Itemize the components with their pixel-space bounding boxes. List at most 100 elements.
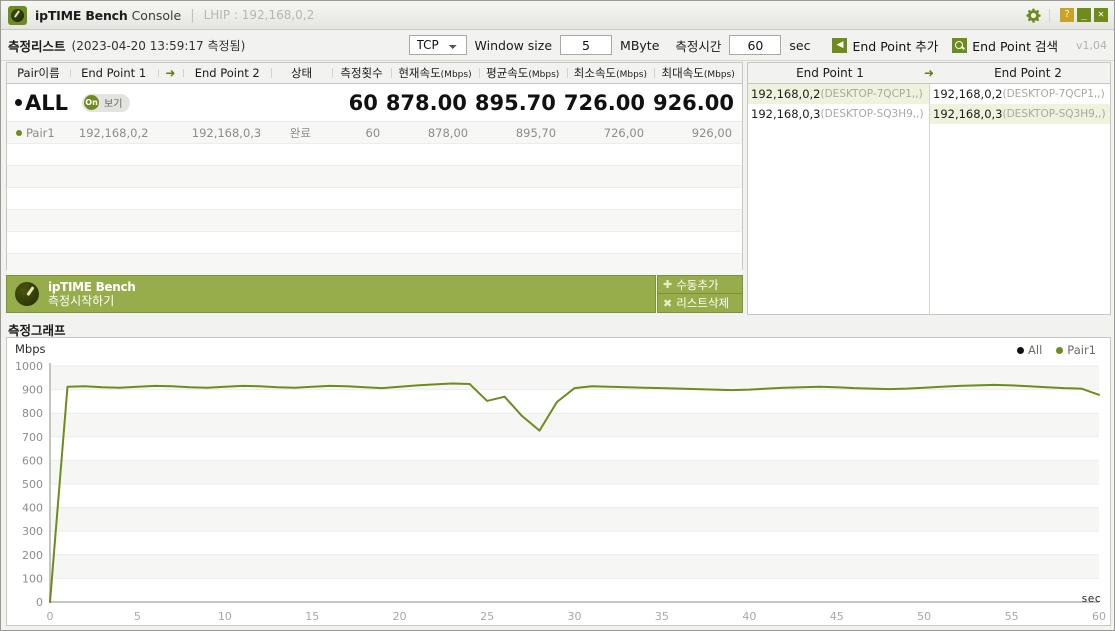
summary-count: 60 [327,91,386,115]
svg-text:200: 200 [22,549,43,562]
row-max: 926,00 [654,126,742,140]
svg-text:800: 800 [22,407,43,420]
summary-min: 726.00 [564,91,653,115]
svg-text:1000: 1000 [15,360,43,373]
th-pair-name: Pair이름 [7,65,70,81]
window-size-input[interactable] [560,35,612,55]
row-endpoint2: 192,168,0,3 [183,126,270,140]
svg-text:100: 100 [22,572,43,585]
summary-average: 895.70 [475,91,564,115]
empty-row [7,188,742,210]
list-item[interactable]: 192,168,0,2(DESKTOP-7QCP1,,) [748,84,929,104]
start-measure-button[interactable]: ipTIME Bench 측정시작하기 [6,275,656,313]
endpoint-panel: End Point 1 ➜ End Point 2 192,168,0,2(DE… [747,62,1111,315]
window-size-label: Window size [475,38,553,53]
app-subtitle: Console [132,8,182,23]
toolbar: 측정리스트 (2023-04-20 13:59:17 측정됨) TCP Wind… [1,30,1114,61]
protocol-select[interactable]: TCP [409,35,467,55]
graph-panel: Mbps All Pair1 0100200300400500600700800… [6,337,1111,626]
toolbar-controls: TCP Window size MByte 측정시간 sec End Point… [409,35,1114,55]
svg-text:400: 400 [22,502,43,515]
help-label: ? [1060,8,1074,22]
app-title: ipTIME Bench [35,8,128,23]
show-toggle[interactable]: On 보기 [82,94,130,112]
add-endpoint-button[interactable]: End Point 추가 [832,36,938,55]
svg-text:5: 5 [134,610,141,623]
th-endpoint1: End Point 1 [70,66,158,80]
svg-text:40: 40 [742,610,756,623]
right-arrow-icon: ➜ [158,66,184,80]
svg-text:55: 55 [1005,610,1019,623]
row-status: 완료 [270,125,331,141]
search-endpoint-button[interactable]: End Point 검색 [952,36,1058,55]
endpoint2-header: End Point 2 [946,66,1110,80]
close-label: ✕ [1094,8,1108,22]
row-count: 60 [331,126,391,140]
endpoint-header-row: End Point 1 ➜ End Point 2 [748,63,1110,84]
empty-row [7,166,742,188]
svg-text:35: 35 [655,610,669,623]
delete-list-button[interactable]: ✖ 리스트삭제 [657,294,743,313]
app-window: ipTIME Bench Console | LHIP : 192,168,0,… [0,0,1115,631]
th-status: 상태 [271,65,332,81]
window-size-unit: MByte [620,38,659,53]
side-action-buttons: ✚ 수동추가 ✖ 리스트삭제 [657,275,743,313]
list-item[interactable]: 192,168,0,3(DESKTOP-SQ3H9,,) [930,104,1110,124]
plus-icon: ✚ [663,278,672,291]
measure-list-table: Pair이름 End Point 1 ➜ End Point 2 상태 측정횟수… [6,62,743,270]
th-endpoint2: End Point 2 [183,66,271,80]
version-label: v1,04 [1076,39,1107,52]
toggle-label: 보기 [104,95,122,110]
duration-input[interactable] [729,35,781,55]
svg-text:15: 15 [305,610,319,623]
x-axis-label: sec [1081,592,1101,605]
table-row[interactable]: Pair1 192,168,0,2 192,168,0,3 완료 60 878,… [7,122,742,144]
list-item[interactable]: 192,168,0,3(DESKTOP-SQ3H9,,) [748,104,929,124]
svg-text:0: 0 [36,596,43,609]
series-dot-icon [16,130,22,136]
th-max-speed: 최대속도(Mbps) [654,65,742,81]
measure-timestamp: (2023-04-20 13:59:17 측정됨) [72,37,246,54]
th-current-speed: 현재속도(Mbps) [391,65,479,81]
svg-text:25: 25 [480,610,494,623]
empty-row [7,210,742,232]
th-count: 측정횟수 [332,65,391,81]
title-separator: | [190,8,194,23]
line-chart: 0100200300400500600700800900100005101520… [7,338,1112,627]
minimize-button[interactable]: _ [1077,8,1091,22]
th-min-speed: 최소속도(Mbps) [567,65,655,81]
row-average: 895,70 [478,126,566,140]
list-item[interactable]: 192,168,0,2(DESKTOP-7QCP1,,) [930,84,1110,104]
right-arrow-icon: ➜ [912,66,946,80]
svg-text:500: 500 [22,478,43,491]
help-button[interactable]: ? [1060,8,1074,22]
svg-text:30: 30 [568,610,582,623]
manual-add-button[interactable]: ✚ 수동추가 [657,275,743,294]
svg-text:0: 0 [47,610,54,623]
start-bar-text: ipTIME Bench 측정시작하기 [48,280,136,309]
table-header-row: Pair이름 End Point 1 ➜ End Point 2 상태 측정횟수… [7,63,742,84]
toggle-state-label: On [84,95,99,110]
gear-icon[interactable] [1026,8,1041,23]
row-current: 878,00 [390,126,478,140]
empty-row [7,232,742,254]
svg-text:700: 700 [22,431,43,444]
duration-unit: sec [789,38,810,53]
svg-text:300: 300 [22,525,43,538]
start-bar-action: 측정시작하기 [48,294,136,309]
svg-text:20: 20 [393,610,407,623]
back-arrow-icon [832,38,847,53]
divider [1049,9,1050,22]
summary-row-all[interactable]: ALL On 보기 60 878.00 895.70 726.00 926.00 [7,84,742,122]
manual-add-label: 수동추가 [676,277,718,293]
start-bar-brand: ipTIME Bench [48,280,136,294]
svg-text:45: 45 [830,610,844,623]
duration-label: 측정시간 [675,36,721,55]
iptime-logo-icon [15,282,39,306]
minimize-label: _ [1077,8,1091,22]
close-button[interactable]: ✕ [1094,8,1108,22]
row-pair-name: Pair1 [7,126,70,140]
iptime-logo-icon [8,6,27,25]
page-title: 측정리스트 [8,36,66,55]
local-ip-label: LHIP : 192,168,0,2 [204,8,315,22]
